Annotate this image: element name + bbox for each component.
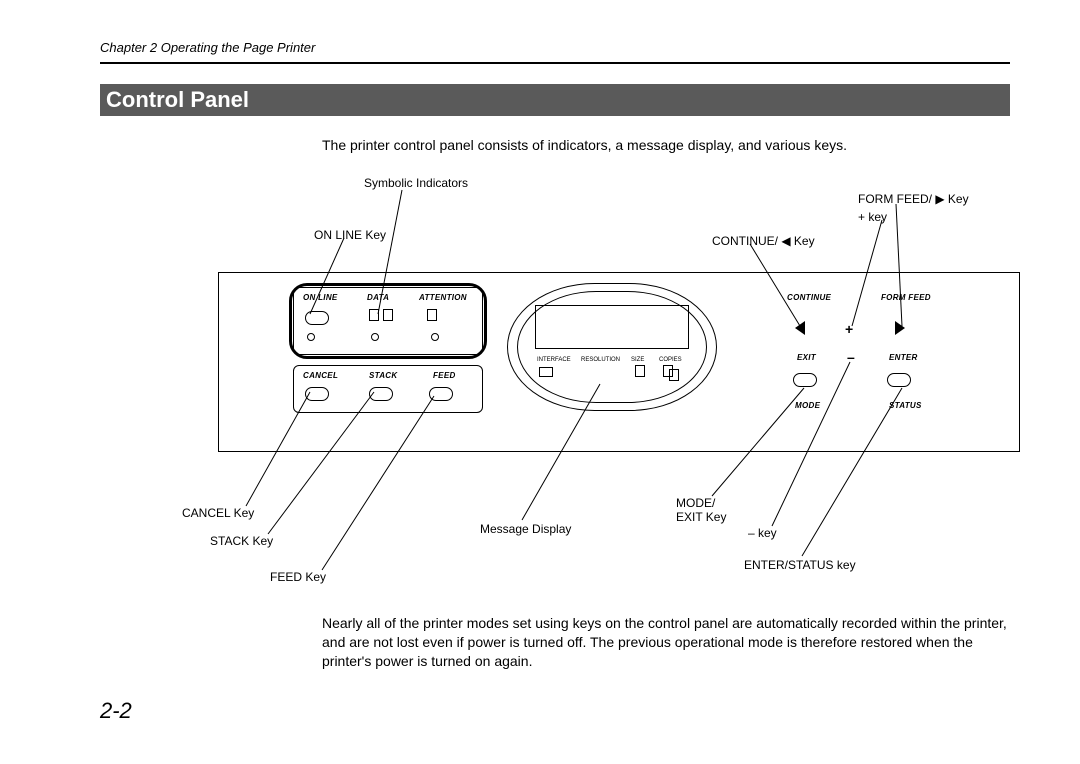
cancel-button[interactable] xyxy=(305,387,329,401)
formfeed-arrow-icon[interactable] xyxy=(895,321,905,335)
data-icon xyxy=(369,309,379,321)
label-exit: EXIT xyxy=(797,353,816,362)
stack-button[interactable] xyxy=(369,387,393,401)
intro-text: The printer control panel consists of in… xyxy=(322,136,1008,155)
message-display-screen xyxy=(535,305,689,349)
size-icon xyxy=(635,365,645,377)
copies-icon-2 xyxy=(669,369,679,381)
callout-enter-status-key: ENTER/STATUS key xyxy=(744,558,856,572)
label-resolution: RESOLUTION xyxy=(581,357,620,363)
data-icon-2 xyxy=(383,309,393,321)
callout-symbolic-indicators: Symbolic Indicators xyxy=(364,176,468,190)
attention-icon xyxy=(427,309,437,321)
indicator-dot xyxy=(371,333,379,341)
label-attention: ATTENTION xyxy=(419,293,467,302)
indicator-dot xyxy=(307,333,315,341)
label-data: DATA xyxy=(367,293,389,302)
minus-button[interactable]: – xyxy=(847,349,855,365)
outro-text: Nearly all of the printer modes set usin… xyxy=(322,614,1008,671)
label-enter: ENTER xyxy=(889,353,918,362)
callout-continue-key: CONTINUE/ ◀ Key xyxy=(712,234,815,248)
label-interface: INTERFACE xyxy=(537,357,571,363)
label-mode: MODE xyxy=(795,401,820,410)
callout-feed-key: FEED Key xyxy=(270,570,326,584)
callout-plus-key: + key xyxy=(858,210,887,224)
callout-cancel-key: CANCEL Key xyxy=(182,506,254,520)
online-button[interactable] xyxy=(305,311,329,325)
feed-button[interactable] xyxy=(429,387,453,401)
interface-icon xyxy=(539,367,553,377)
label-copies: COPIES xyxy=(659,357,682,363)
callout-formfeed-key: FORM FEED/ ▶ Key xyxy=(858,192,969,206)
label-formfeed: FORM FEED xyxy=(881,293,931,302)
callout-message-display: Message Display xyxy=(480,522,571,536)
section-title: Control Panel xyxy=(100,84,1010,116)
callout-minus-key: – key xyxy=(748,526,777,540)
label-stack: STACK xyxy=(369,371,397,380)
label-cancel: CANCEL xyxy=(303,371,338,380)
chapter-header: Chapter 2 Operating the Page Printer xyxy=(100,40,315,55)
callout-stack-key: STACK Key xyxy=(210,534,273,548)
control-panel-figure: Symbolic Indicators ON LINE Key FORM FEE… xyxy=(182,176,1002,596)
enter-status-button[interactable] xyxy=(887,373,911,387)
printer-panel: ON LINE DATA ATTENTION CANCEL STACK FEED… xyxy=(218,272,1020,452)
callout-online-key: ON LINE Key xyxy=(314,228,386,242)
label-online: ON LINE xyxy=(303,293,338,302)
continue-arrow-icon[interactable] xyxy=(795,321,805,335)
page-number: 2-2 xyxy=(100,698,132,724)
mode-exit-button[interactable] xyxy=(793,373,817,387)
indicator-dot xyxy=(431,333,439,341)
callout-mode-exit-key: MODE/ EXIT Key xyxy=(676,496,726,524)
label-size: SIZE xyxy=(631,357,644,363)
plus-button[interactable]: + xyxy=(845,321,853,337)
label-feed: FEED xyxy=(433,371,456,380)
label-status: STATUS xyxy=(889,401,922,410)
label-continue: CONTINUE xyxy=(787,293,831,302)
top-rule xyxy=(100,62,1010,64)
